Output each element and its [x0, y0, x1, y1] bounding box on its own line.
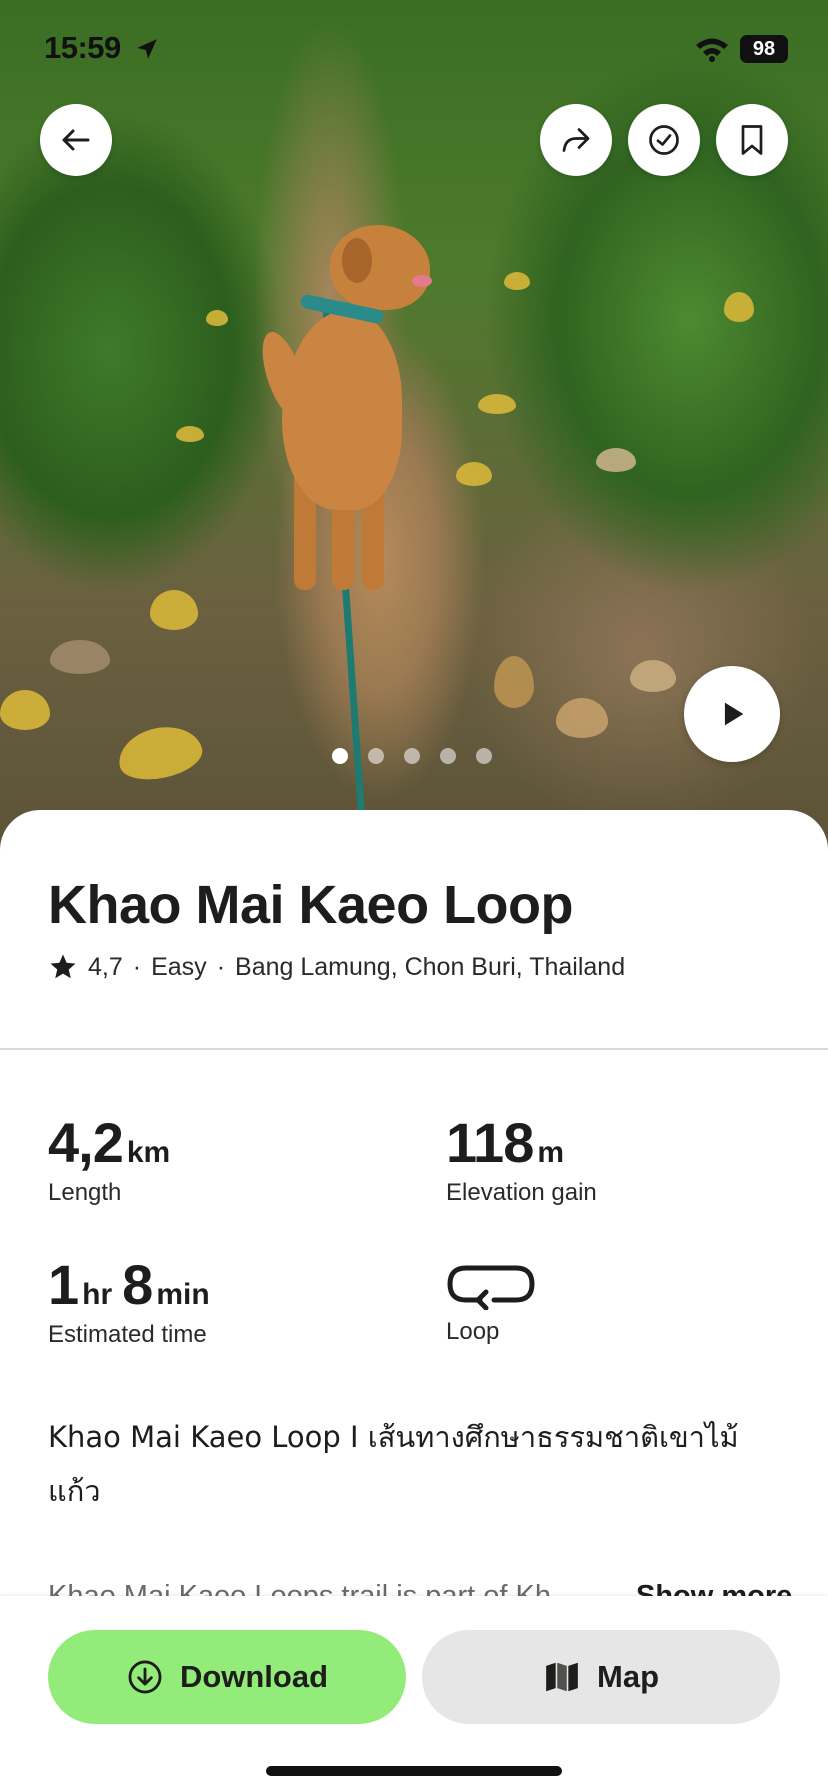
dog-photo-subject — [253, 220, 462, 640]
status-bar: 15:59 98 — [0, 0, 828, 100]
stat-route-type: Loop — [446, 1260, 536, 1346]
map-label: Map — [597, 1659, 659, 1694]
battery-indicator: 98 — [740, 35, 788, 63]
play-flyover-button[interactable] — [684, 666, 780, 762]
stat-length: 4,2 km Length — [48, 1110, 180, 1207]
trail-rating: 4,7 — [88, 952, 123, 981]
home-indicator[interactable] — [266, 1766, 562, 1776]
route-type-label: Loop — [446, 1318, 500, 1345]
download-button[interactable]: Download — [48, 1630, 406, 1724]
back-button[interactable] — [40, 104, 112, 176]
length-label: Length — [48, 1179, 122, 1206]
star-icon — [50, 954, 76, 979]
carousel-dot[interactable] — [476, 748, 492, 764]
elevation-unit: m — [537, 1136, 565, 1169]
wifi-icon — [696, 38, 728, 62]
carousel-dot[interactable] — [404, 748, 420, 764]
trail-location[interactable]: Bang Lamung, Chon Buri, Thailand — [235, 953, 625, 982]
map-button[interactable]: Map — [422, 1630, 780, 1724]
bookmark-icon — [741, 125, 763, 155]
trail-meta: 4,7 · Easy · Bang Lamung, Chon Buri, Tha… — [48, 952, 625, 982]
mark-completed-button[interactable] — [628, 104, 700, 176]
elevation-value: 118 — [446, 1111, 534, 1174]
download-label: Download — [179, 1659, 329, 1694]
separator-dot: · — [216, 952, 226, 981]
carousel-dot[interactable] — [440, 748, 456, 764]
bottom-action-bar: Download Map — [0, 1596, 828, 1792]
check-circle-icon — [649, 125, 679, 155]
play-icon — [724, 702, 744, 726]
length-value: 4,2 — [48, 1111, 124, 1174]
trail-title: Khao Mai Kaeo Loop — [48, 875, 574, 935]
photo-carousel-indicator[interactable] — [332, 748, 492, 764]
share-button[interactable] — [540, 104, 612, 176]
time-label: Estimated time — [48, 1321, 207, 1348]
save-bookmark-button[interactable] — [716, 104, 788, 176]
status-time: 15:59 — [44, 30, 121, 65]
share-arrow-icon — [562, 128, 590, 152]
elevation-label: Elevation gain — [446, 1179, 597, 1206]
divider — [0, 1048, 828, 1050]
description-heading: Khao Mai Kaeo Loop I เส้นทางศึกษาธรรมชาต… — [48, 1420, 739, 1508]
stat-time: 1 hr 8 min Estimated time — [48, 1252, 220, 1349]
carousel-dot[interactable] — [368, 748, 384, 764]
time-minutes-value: 8 — [122, 1253, 153, 1316]
length-unit: km — [126, 1136, 171, 1169]
trail-difficulty: Easy — [151, 952, 207, 981]
time-hours-unit: hr — [82, 1278, 113, 1311]
map-icon — [546, 1662, 578, 1692]
stat-elevation: 118 m Elevation gain — [446, 1110, 597, 1207]
arrow-left-icon — [62, 129, 90, 151]
time-minutes-unit: min — [156, 1278, 210, 1311]
location-arrow-icon — [137, 39, 157, 59]
time-hours-value: 1 — [48, 1253, 79, 1316]
carousel-dot[interactable] — [332, 748, 348, 764]
loop-icon — [447, 1265, 535, 1310]
separator-dot: · — [132, 952, 142, 981]
download-icon — [128, 1660, 162, 1694]
